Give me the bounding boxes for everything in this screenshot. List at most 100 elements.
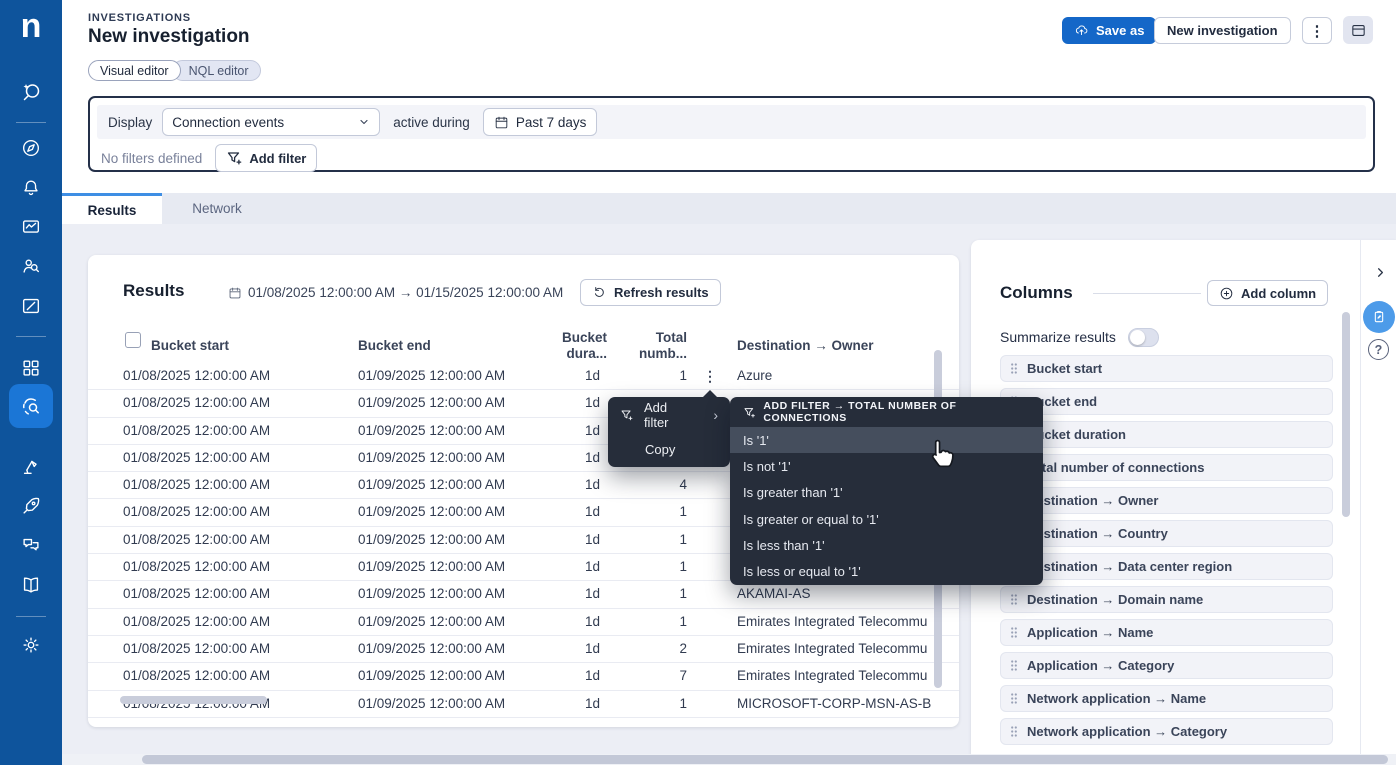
- refresh-results-label: Refresh results: [614, 285, 709, 300]
- column-item-label: Application → Name: [1027, 625, 1153, 640]
- more-actions-button[interactable]: ⋮: [1302, 17, 1332, 44]
- monitor-chart-icon: [20, 216, 42, 238]
- context-menu-add-filter[interactable]: Add filter ›: [608, 397, 730, 432]
- drag-handle-icon[interactable]: [1010, 362, 1018, 375]
- header-duration-line2: dura...: [528, 346, 607, 362]
- context-menu-copy[interactable]: Copy: [608, 432, 730, 467]
- add-column-label: Add column: [1241, 286, 1316, 301]
- sidebar-item-feedback[interactable]: [19, 533, 43, 557]
- table-row[interactable]: 01/08/2025 12:00:00 AM 01/09/2025 12:00:…: [88, 581, 959, 608]
- add-filter-button[interactable]: Add filter: [215, 144, 317, 172]
- save-as-button[interactable]: Save as: [1062, 17, 1156, 44]
- sidebar-item-docs[interactable]: [19, 573, 43, 597]
- header-destination-owner[interactable]: Destination → Owner: [737, 338, 874, 353]
- sidebar-item-entity-search[interactable]: [19, 254, 43, 278]
- filter-operator-item[interactable]: Is not '1': [730, 453, 1043, 479]
- columns-scrollbar[interactable]: [1342, 312, 1350, 517]
- sidebar-item-threat-hunting[interactable]: [19, 454, 43, 478]
- sidebar-item-settings[interactable]: [19, 633, 43, 657]
- table-row[interactable]: 01/08/2025 12:00:00 AM 01/09/2025 12:00:…: [88, 609, 959, 636]
- column-item[interactable]: Application → Category: [1000, 652, 1333, 679]
- sidebar-item-dashboards[interactable]: [19, 356, 43, 380]
- add-filter-submenu: ADD FILTER → TOTAL NUMBER OF CONNECTIONS…: [730, 397, 1043, 585]
- column-item[interactable]: Application → Name: [1000, 619, 1333, 646]
- tab-network[interactable]: Network: [162, 193, 272, 224]
- drag-handle-icon[interactable]: [1010, 692, 1018, 705]
- cell-bucket-duration: 1d: [528, 581, 600, 607]
- page-horizontal-scrollbar-track[interactable]: [62, 754, 1396, 765]
- cell-bucket-duration: 1d: [528, 609, 600, 635]
- filter-operator-item[interactable]: Is less or equal to '1': [730, 558, 1043, 584]
- sidebar-item-monitoring[interactable]: [19, 215, 43, 239]
- tab-visual-editor[interactable]: Visual editor: [88, 60, 181, 81]
- column-item-label: Destination → Country: [1027, 526, 1168, 541]
- cell-bucket-end: 01/09/2025 12:00:00 AM: [358, 554, 505, 580]
- column-item[interactable]: Bucket duration: [1000, 421, 1333, 448]
- app-logo[interactable]: n: [0, 6, 62, 46]
- time-range-button[interactable]: Past 7 days: [483, 108, 598, 136]
- filter-operator-item[interactable]: Is less than '1': [730, 532, 1043, 558]
- header-bucket-duration[interactable]: Bucket dura...: [528, 330, 607, 362]
- filter-operator-item[interactable]: Is greater or equal to '1': [730, 506, 1043, 532]
- drag-handle-icon[interactable]: [1010, 659, 1018, 672]
- refresh-results-button[interactable]: Refresh results: [580, 279, 721, 306]
- row-kebab-icon[interactable]: ⋮: [702, 363, 718, 389]
- drag-handle-icon[interactable]: [1010, 626, 1018, 639]
- column-item[interactable]: Destination → Domain name: [1000, 586, 1333, 613]
- drag-handle-icon[interactable]: [1010, 593, 1018, 606]
- column-item[interactable]: Destination → Data center region: [1000, 553, 1333, 580]
- cell-total-connections: 1: [607, 527, 687, 553]
- sidebar-item-ai-search[interactable]: [19, 80, 43, 104]
- filter-operator-item[interactable]: Is greater than '1': [730, 480, 1043, 506]
- event-type-select[interactable]: Connection events: [162, 108, 380, 136]
- tab-nql-editor[interactable]: NQL editor: [172, 60, 261, 81]
- drag-handle-icon[interactable]: [1010, 725, 1018, 738]
- header-bucket-end[interactable]: Bucket end: [358, 338, 431, 353]
- toggle-knob: [1130, 330, 1145, 345]
- column-item[interactable]: Bucket start: [1000, 355, 1333, 382]
- sidebar-item-investigations-active[interactable]: [9, 384, 53, 428]
- cell-bucket-start: 01/08/2025 12:00:00 AM: [123, 363, 270, 389]
- collapse-panel-chevron-icon[interactable]: [1373, 265, 1388, 280]
- filter-operator-item[interactable]: Is '1': [730, 427, 1043, 453]
- cell-destination-owner: MICROSOFT-CORP-MSN-AS-B: [737, 691, 934, 717]
- help-button[interactable]: ?: [1368, 339, 1389, 360]
- sidebar-item-alerts[interactable]: [19, 176, 43, 200]
- cell-bucket-end: 01/09/2025 12:00:00 AM: [358, 636, 505, 662]
- context-menu-arrow: [703, 390, 717, 397]
- table-row[interactable]: 01/08/2025 12:00:00 AM 01/09/2025 12:00:…: [88, 663, 959, 690]
- table-horizontal-scrollbar[interactable]: [120, 696, 267, 704]
- sidebar-item-notes[interactable]: [19, 294, 43, 318]
- column-item[interactable]: Network application → Name: [1000, 685, 1333, 712]
- cell-bucket-start: 01/08/2025 12:00:00 AM: [123, 609, 270, 635]
- summarize-results-label: Summarize results: [1000, 329, 1116, 345]
- cell-bucket-duration: 1d: [528, 691, 600, 717]
- layout-toggle-button[interactable]: [1343, 16, 1373, 44]
- page-horizontal-scrollbar-thumb[interactable]: [142, 755, 1388, 764]
- header-total-connections[interactable]: Total numb...: [608, 330, 687, 362]
- column-item[interactable]: Destination → Country: [1000, 520, 1333, 547]
- filter-operator-label: Is greater than '1': [743, 485, 843, 500]
- column-item[interactable]: Network application → Category: [1000, 718, 1333, 745]
- select-all-checkbox[interactable]: [125, 332, 141, 348]
- help-label: ?: [1375, 343, 1383, 357]
- column-item[interactable]: Bucket end: [1000, 388, 1333, 415]
- add-column-button[interactable]: Add column: [1207, 280, 1328, 306]
- visual-editor-label: Visual editor: [100, 64, 169, 78]
- table-row[interactable]: 01/08/2025 12:00:00 AM 01/09/2025 12:00:…: [88, 636, 959, 663]
- sidebar-item-explore[interactable]: [19, 136, 43, 160]
- new-investigation-button[interactable]: New investigation: [1154, 17, 1291, 44]
- column-item[interactable]: Destination → Owner: [1000, 487, 1333, 514]
- cell-bucket-start: 01/08/2025 12:00:00 AM: [123, 554, 270, 580]
- notes-rail-button[interactable]: [1363, 301, 1395, 333]
- table-row[interactable]: 01/08/2025 12:00:00 AM 01/09/2025 12:00:…: [88, 691, 959, 718]
- sidebar-item-getting-started[interactable]: [19, 494, 43, 518]
- table-row[interactable]: 01/08/2025 12:00:00 AM 01/09/2025 12:00:…: [88, 363, 959, 390]
- header-bucket-start[interactable]: Bucket start: [151, 338, 229, 353]
- summarize-results-toggle[interactable]: [1128, 328, 1159, 347]
- tab-results[interactable]: Results: [62, 193, 162, 224]
- time-range-value: Past 7 days: [516, 115, 587, 130]
- column-item[interactable]: Total number of connections: [1000, 454, 1333, 481]
- cell-bucket-end: 01/09/2025 12:00:00 AM: [358, 390, 505, 416]
- filter-operator-label: Is less or equal to '1': [743, 564, 861, 579]
